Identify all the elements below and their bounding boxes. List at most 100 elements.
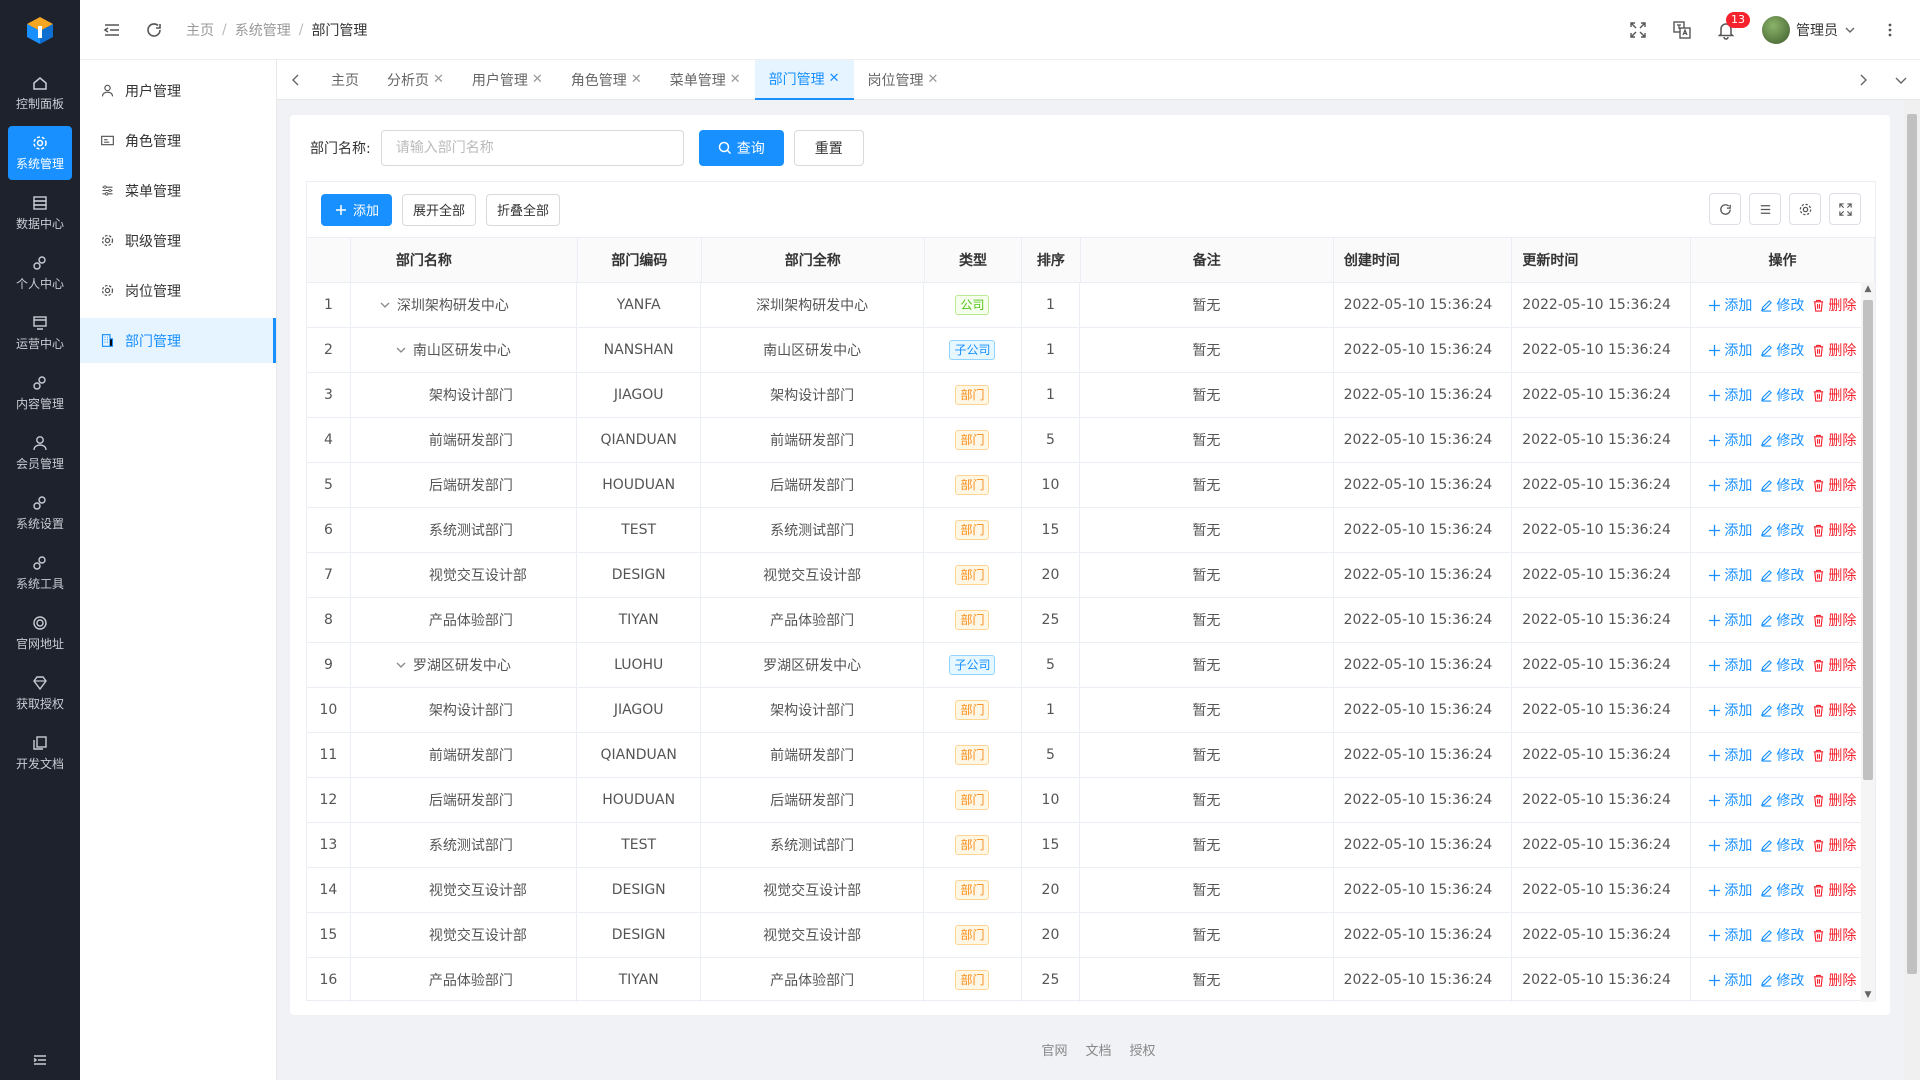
rail-item[interactable]: 控制面板: [8, 66, 72, 120]
row-edit-button[interactable]: 修改: [1760, 385, 1804, 405]
breadcrumb-system[interactable]: 系统管理: [235, 20, 291, 40]
row-edit-button[interactable]: 修改: [1760, 880, 1804, 900]
collapse-menu-icon[interactable]: [0, 1052, 80, 1068]
row-delete-button[interactable]: 删除: [1812, 970, 1856, 990]
row-add-button[interactable]: 添加: [1708, 835, 1752, 855]
table-settings-button[interactable]: [1789, 193, 1821, 225]
page-tab[interactable]: 部门管理 ✕: [754, 59, 854, 100]
row-delete-button[interactable]: 删除: [1812, 745, 1856, 765]
row-edit-button[interactable]: 修改: [1760, 970, 1804, 990]
row-add-button[interactable]: 添加: [1708, 565, 1752, 585]
tabs-scroll-right-icon[interactable]: [1856, 73, 1870, 87]
row-edit-button[interactable]: 修改: [1760, 565, 1804, 585]
fullscreen-icon[interactable]: [1628, 20, 1648, 40]
row-delete-button[interactable]: 删除: [1812, 295, 1856, 315]
row-delete-button[interactable]: 删除: [1812, 565, 1856, 585]
row-delete-button[interactable]: 删除: [1812, 880, 1856, 900]
rail-item[interactable]: 内容管理: [8, 366, 72, 420]
table-row[interactable]: 5 后端研发部门 HOUDUAN 后端研发部门 部门 10 暂无 2022-05…: [307, 462, 1875, 507]
row-add-button[interactable]: 添加: [1708, 340, 1752, 360]
page-tab[interactable]: 主页: [317, 60, 373, 100]
row-delete-button[interactable]: 删除: [1812, 475, 1856, 495]
table-row[interactable]: 4 前端研发部门 QIANDUAN 前端研发部门 部门 5 暂无 2022-05…: [307, 417, 1875, 462]
row-add-button[interactable]: 添加: [1708, 385, 1752, 405]
page-scrollbar[interactable]: [1904, 100, 1920, 1080]
menu-fold-icon[interactable]: [102, 20, 122, 40]
table-row[interactable]: 11 前端研发部门 QIANDUAN 前端研发部门 部门 5 暂无 2022-0…: [307, 732, 1875, 777]
row-edit-button[interactable]: 修改: [1760, 835, 1804, 855]
row-edit-button[interactable]: 修改: [1760, 610, 1804, 630]
scroll-up-icon[interactable]: ▲: [1861, 282, 1875, 296]
row-edit-button[interactable]: 修改: [1760, 295, 1804, 315]
table-row[interactable]: 12 后端研发部门 HOUDUAN 后端研发部门 部门 10 暂无 2022-0…: [307, 777, 1875, 822]
submenu-item[interactable]: 岗位管理: [80, 268, 276, 313]
submenu-item[interactable]: 用户管理: [80, 68, 276, 113]
row-delete-button[interactable]: 删除: [1812, 610, 1856, 630]
row-edit-button[interactable]: 修改: [1760, 430, 1804, 450]
row-add-button[interactable]: 添加: [1708, 610, 1752, 630]
row-edit-button[interactable]: 修改: [1760, 745, 1804, 765]
row-delete-button[interactable]: 删除: [1812, 790, 1856, 810]
close-icon[interactable]: ✕: [631, 72, 642, 87]
row-add-button[interactable]: 添加: [1708, 925, 1752, 945]
row-delete-button[interactable]: 删除: [1812, 655, 1856, 675]
table-row[interactable]: 8 产品体验部门 TIYAN 产品体验部门 部门 25 暂无 2022-05-1…: [307, 597, 1875, 642]
table-row[interactable]: 14 视觉交互设计部 DESIGN 视觉交互设计部 部门 20 暂无 2022-…: [307, 867, 1875, 912]
row-add-button[interactable]: 添加: [1708, 700, 1752, 720]
chevron-down-icon[interactable]: [379, 299, 391, 311]
rail-item[interactable]: 系统管理: [8, 126, 72, 180]
submenu-item[interactable]: 角色管理: [80, 118, 276, 163]
table-row[interactable]: 9 罗湖区研发中心 LUOHU 罗湖区研发中心 子公司 5 暂无 2022-05…: [307, 642, 1875, 687]
add-department-button[interactable]: 添加: [321, 193, 393, 226]
row-edit-button[interactable]: 修改: [1760, 340, 1804, 360]
row-add-button[interactable]: 添加: [1708, 430, 1752, 450]
table-row[interactable]: 7 视觉交互设计部 DESIGN 视觉交互设计部 部门 20 暂无 2022-0…: [307, 552, 1875, 597]
rail-item[interactable]: 数据中心: [8, 186, 72, 240]
more-vertical-icon[interactable]: [1882, 22, 1898, 38]
table-row[interactable]: 6 系统测试部门 TEST 系统测试部门 部门 15 暂无 2022-05-10…: [307, 507, 1875, 552]
row-delete-button[interactable]: 删除: [1812, 520, 1856, 540]
submenu-item[interactable]: 菜单管理: [80, 168, 276, 213]
table-refresh-button[interactable]: [1709, 193, 1741, 225]
page-tab[interactable]: 用户管理 ✕: [458, 60, 557, 100]
tabs-dropdown-icon[interactable]: [1894, 73, 1908, 87]
footer-link-website[interactable]: 官网: [1041, 1040, 1067, 1059]
department-name-input[interactable]: [380, 130, 684, 166]
row-add-button[interactable]: 添加: [1708, 655, 1752, 675]
close-icon[interactable]: ✕: [532, 72, 543, 87]
page-tab[interactable]: 角色管理 ✕: [557, 60, 656, 100]
column-settings-button[interactable]: [1749, 193, 1781, 225]
row-add-button[interactable]: 添加: [1708, 475, 1752, 495]
row-delete-button[interactable]: 删除: [1812, 700, 1856, 720]
query-button[interactable]: 查询: [698, 130, 784, 166]
page-tab[interactable]: 岗位管理 ✕: [854, 60, 953, 100]
rail-item[interactable]: 获取授权: [8, 666, 72, 720]
breadcrumb-home[interactable]: 主页: [186, 20, 214, 40]
row-edit-button[interactable]: 修改: [1760, 520, 1804, 540]
row-edit-button[interactable]: 修改: [1760, 790, 1804, 810]
table-row[interactable]: 16 产品体验部门 TIYAN 产品体验部门 部门 25 暂无 2022-05-…: [307, 957, 1875, 1002]
footer-link-docs[interactable]: 文档: [1085, 1040, 1111, 1059]
close-icon[interactable]: ✕: [928, 72, 939, 87]
expand-all-button[interactable]: 展开全部: [402, 193, 477, 226]
table-scrollbar[interactable]: ▲ ▼: [1861, 282, 1875, 1002]
row-delete-button[interactable]: 删除: [1812, 430, 1856, 450]
rail-item[interactable]: 系统设置: [8, 486, 72, 540]
chevron-down-icon[interactable]: [395, 344, 407, 356]
rail-item[interactable]: 开发文档: [8, 726, 72, 780]
table-row[interactable]: 13 系统测试部门 TEST 系统测试部门 部门 15 暂无 2022-05-1…: [307, 822, 1875, 867]
row-add-button[interactable]: 添加: [1708, 295, 1752, 315]
page-scrollbar-thumb[interactable]: [1907, 114, 1917, 974]
translate-icon[interactable]: [1672, 20, 1692, 40]
notification-bell[interactable]: 13: [1716, 12, 1750, 40]
rail-item[interactable]: 系统工具: [8, 546, 72, 600]
page-tab[interactable]: 分析页 ✕: [373, 60, 458, 100]
avatar[interactable]: [1762, 16, 1790, 44]
table-row[interactable]: 1 深圳架构研发中心 YANFA 深圳架构研发中心 公司 1 暂无 2022-0…: [307, 282, 1875, 327]
table-body[interactable]: 1 深圳架构研发中心 YANFA 深圳架构研发中心 公司 1 暂无 2022-0…: [307, 282, 1875, 1002]
chevron-down-icon[interactable]: [395, 659, 407, 671]
close-icon[interactable]: ✕: [829, 71, 840, 86]
user-name[interactable]: 管理员: [1796, 20, 1838, 40]
tabs-scroll-left-icon[interactable]: [289, 73, 303, 87]
table-row[interactable]: 3 架构设计部门 JIAGOU 架构设计部门 部门 1 暂无 2022-05-1…: [307, 372, 1875, 417]
